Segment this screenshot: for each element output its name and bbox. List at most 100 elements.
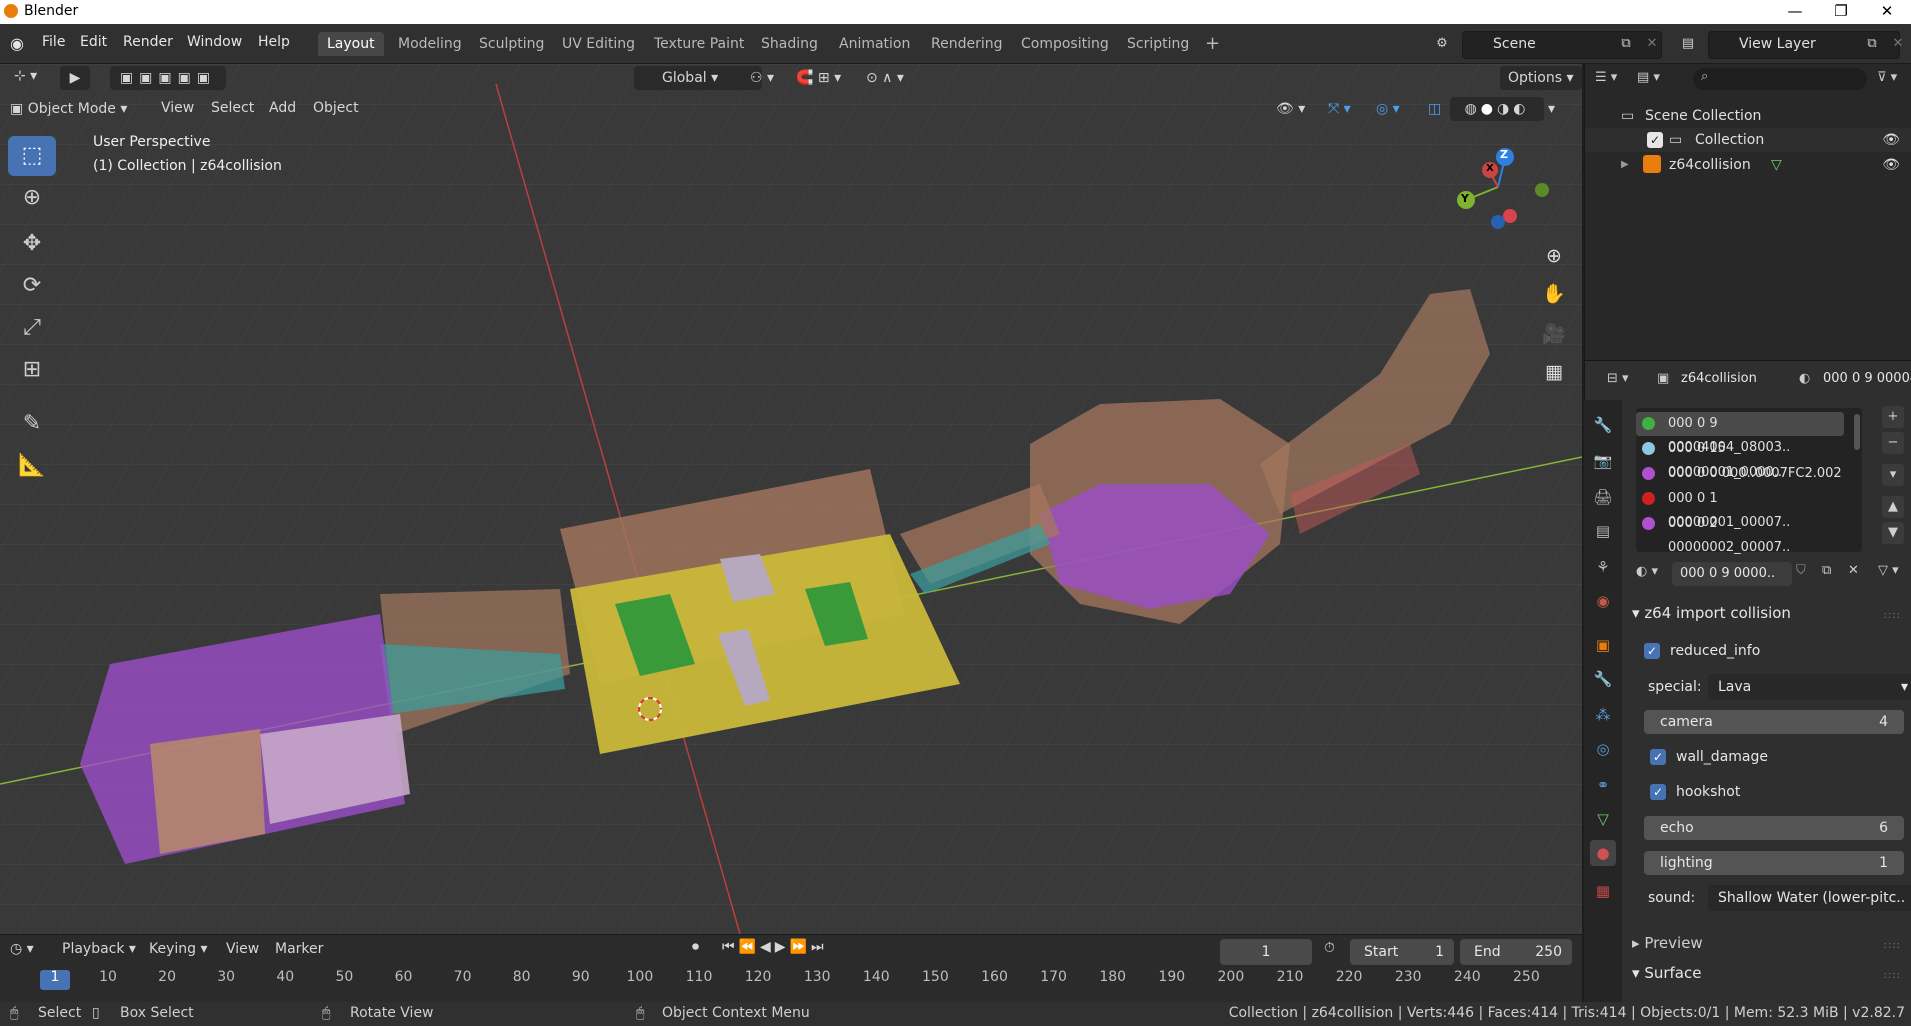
move-tool-icon[interactable]: ✥ (8, 224, 56, 264)
data-tab-icon[interactable]: ▽ (1590, 806, 1616, 832)
texture-tab-icon[interactable]: ▦ (1590, 878, 1616, 904)
render-tab-icon[interactable]: 📷 (1590, 448, 1616, 474)
scene-selector-icon[interactable]: ⚙ (1430, 32, 1454, 56)
fake-user-shield-icon[interactable]: ⛉ (1796, 563, 1806, 578)
visibility-icon[interactable]: 👁 ▾ (1268, 97, 1313, 121)
material-list-scrollbar[interactable] (1854, 414, 1860, 450)
special-dropdown[interactable]: Lava ▾ (1708, 674, 1911, 700)
tab-rendering[interactable]: Rendering (922, 32, 1012, 56)
z64-panel-header[interactable]: ▾ z64 import collision (1632, 604, 1791, 622)
view-layer-icon[interactable]: ▤ (1676, 32, 1700, 56)
timeline-view-menu[interactable]: View (226, 941, 259, 957)
outliner-search-input[interactable]: ⌕ (1693, 68, 1867, 90)
menu-window[interactable]: Window (187, 34, 242, 50)
overlay-toggle-icon[interactable]: ◎ ▾ (1368, 97, 1408, 121)
view-layer-tab-icon[interactable]: ▤ (1590, 518, 1616, 544)
select-box-tool-icon[interactable]: ⬚ (8, 136, 56, 176)
material-tab-icon[interactable]: ● (1590, 840, 1616, 866)
hookshot-checkbox[interactable]: ✓ (1650, 784, 1666, 800)
measure-tool-icon[interactable]: 📐 (8, 446, 56, 486)
minimize-button[interactable]: — (1772, 0, 1818, 24)
tab-layout[interactable]: Layout (318, 32, 384, 56)
3d-viewport[interactable]: User Perspective (1) Collection | z64col… (0, 64, 1582, 934)
options-dropdown[interactable]: Options ▾ (1500, 66, 1582, 90)
material-slot[interactable]: 000 0 9 00004004_08003.. (1636, 412, 1844, 455)
end-frame-field[interactable]: End 250 (1460, 939, 1572, 965)
properties-editor-icon[interactable]: ⊟ ▾ (1607, 371, 1629, 386)
constraints-tab-icon[interactable]: ⚭ (1590, 772, 1616, 798)
menu-file[interactable]: File (42, 34, 65, 50)
tab-shading[interactable]: Shading (752, 32, 827, 56)
outliner-editor-icon[interactable]: ☰ ▾ (1595, 70, 1617, 85)
proportional-edit-icon[interactable]: ⊙ ∧ ▾ (858, 66, 912, 90)
select-mode-icon[interactable]: ▶ (60, 66, 90, 90)
move-slot-up-button[interactable]: ▲ (1882, 496, 1904, 518)
material-slot[interactable]: 000 0 1 00000001_00007.. (1636, 487, 1844, 530)
zoom-icon[interactable]: ⊕ (1538, 240, 1570, 272)
tab-modeling[interactable]: Modeling (389, 32, 471, 56)
outliner-row-object[interactable]: ▶ z64collision ▽ 👁 (1585, 153, 1911, 177)
lighting-field[interactable]: lighting 1 (1644, 851, 1904, 875)
delete-view-layer-icon[interactable]: ✕ (1886, 32, 1910, 56)
filter-icon[interactable]: ⊽ ▾ (1877, 70, 1897, 85)
snap-icon[interactable]: 🧲 ⊞ ▾ (788, 66, 849, 90)
wall-damage-checkbox[interactable]: ✓ (1650, 749, 1666, 765)
tab-scripting[interactable]: Scripting (1118, 32, 1198, 56)
menu-view[interactable]: View (161, 100, 194, 116)
editor-type-icon[interactable]: ⊹ ▾ (6, 64, 45, 88)
slot-specials-chevron-icon[interactable]: ▾ (1882, 464, 1904, 486)
panel-grip-icon[interactable]: :::: (1884, 940, 1901, 951)
menu-select[interactable]: Select (211, 100, 254, 116)
reduced-info-row[interactable]: ✓ reduced_info (1640, 638, 1902, 664)
timeline-editor-icon[interactable]: ◷ ▾ (10, 941, 34, 957)
echo-field[interactable]: echo 6 (1644, 816, 1904, 840)
delete-scene-icon[interactable]: ✕ (1640, 32, 1664, 56)
surface-panel-header[interactable]: ▾ Surface (1632, 964, 1701, 982)
pan-hand-icon[interactable]: ✋ (1538, 278, 1570, 310)
output-tab-icon[interactable]: 🖨 (1590, 484, 1616, 510)
collection-checkbox[interactable]: ✓ (1647, 132, 1663, 148)
shading-options-chevron-icon[interactable]: ▾ (1548, 97, 1555, 121)
material-name-field[interactable]: 000 0 9 0000.. (1672, 562, 1792, 586)
add-workspace-button[interactable]: + (1196, 32, 1229, 56)
tab-sculpting[interactable]: Sculpting (470, 32, 553, 56)
menu-object[interactable]: Object (313, 100, 359, 116)
menu-render[interactable]: Render (123, 34, 173, 50)
material-slot[interactable]: 000 0 0 000..0007FC2.002 (1636, 462, 1844, 486)
scene-tab-icon[interactable]: ⚘ (1590, 554, 1616, 580)
material-slot[interactable]: 000 0 2 00000002_00007.. (1636, 512, 1844, 555)
move-slot-down-button[interactable]: ▼ (1882, 522, 1904, 544)
close-button[interactable]: ✕ (1864, 0, 1910, 24)
menu-add[interactable]: Add (269, 100, 296, 116)
blender-menu-icon[interactable]: ◉ (10, 34, 24, 53)
viewport-scene[interactable] (0, 64, 1582, 934)
link-target-icon[interactable]: ▽ ▾ (1878, 563, 1899, 578)
object-visibility-icon[interactable]: 👁 (1882, 153, 1900, 177)
object-tab-icon[interactable]: ▣ (1590, 632, 1616, 658)
unlink-material-icon[interactable]: ✕ (1848, 563, 1859, 578)
hookshot-row[interactable]: ✓ hookshot (1640, 779, 1902, 805)
outliner-row-collection[interactable]: ✓ ▭ Collection 👁 (1585, 128, 1911, 152)
annotate-tool-icon[interactable]: ✎ (8, 404, 56, 444)
world-tab-icon[interactable]: ◉ (1590, 588, 1616, 614)
outliner-row-scene-collection[interactable]: ▭ Scene Collection (1585, 104, 1911, 128)
shading-modes[interactable]: ◍●◑◐ (1450, 97, 1544, 121)
playback-dropdown[interactable]: Playback ▾ (62, 941, 136, 957)
selection-modes[interactable]: ▣▣▣▣▣ (110, 66, 226, 90)
reduced-info-checkbox[interactable]: ✓ (1644, 643, 1660, 659)
transform-tool-icon[interactable]: ⊞ (8, 350, 56, 390)
navigation-gizmo[interactable]: Z Y X (1450, 142, 1570, 242)
modifier-tab-icon[interactable]: 🔧 (1590, 666, 1616, 692)
current-frame-field[interactable]: 1 (1220, 939, 1312, 965)
material-slot[interactable]: 000 0 15 00000001_0000.. (1636, 437, 1844, 480)
tab-compositing[interactable]: Compositing (1012, 32, 1118, 56)
collection-visibility-icon[interactable]: 👁 (1882, 128, 1900, 152)
scale-tool-icon[interactable]: ⤢ (8, 308, 56, 348)
pivot-point-icon[interactable]: ⚇ ▾ (742, 66, 782, 90)
tool-tab-icon[interactable]: 🔧 (1590, 412, 1616, 438)
gizmo-toggle-icon[interactable]: ⤧ ▾ (1320, 97, 1359, 121)
add-slot-button[interactable]: + (1882, 406, 1904, 428)
sound-dropdown[interactable]: Shallow Water (lower-pitc.. (1708, 885, 1911, 911)
camera-view-icon[interactable]: 🎥 (1538, 318, 1570, 350)
tab-animation[interactable]: Animation (830, 32, 919, 56)
